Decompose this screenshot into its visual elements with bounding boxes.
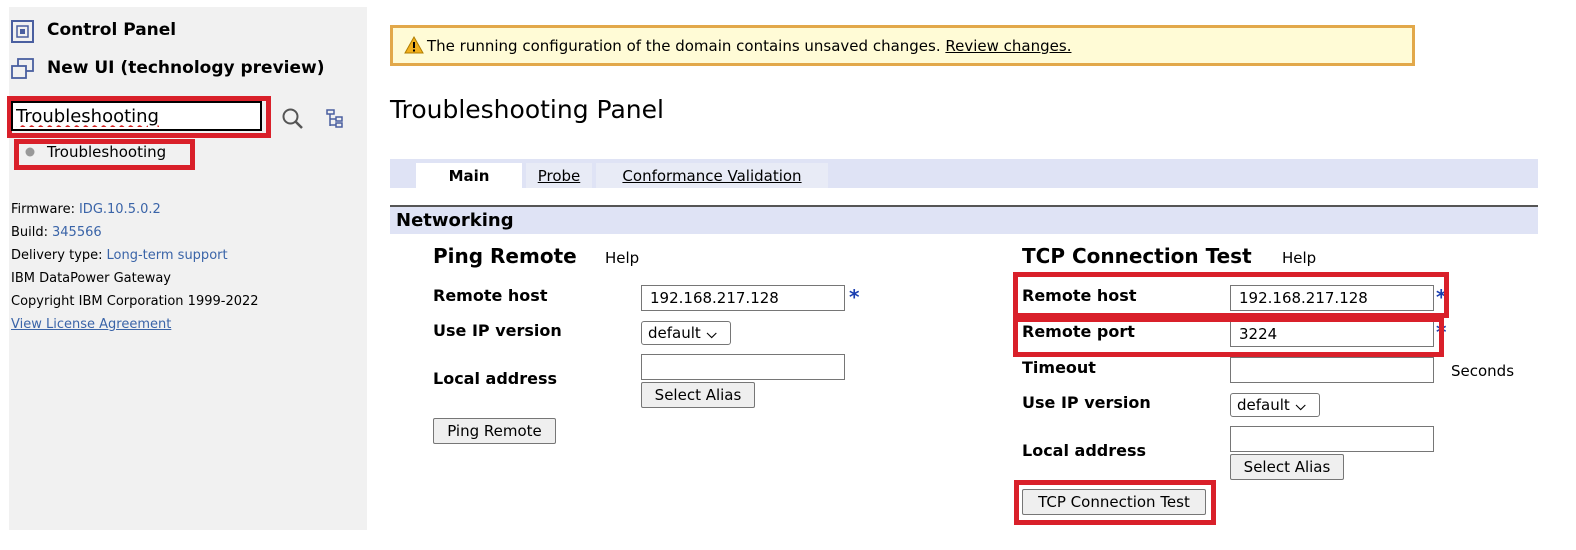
delivery-row: Delivery type: Long-term support	[11, 248, 228, 263]
build-row: Build: 345566	[11, 225, 102, 240]
firmware-label: Firmware:	[11, 202, 75, 217]
tree-view-icon[interactable]	[325, 108, 345, 130]
delivery-label: Delivery type:	[11, 248, 103, 263]
tcp-help-link[interactable]: Help	[1282, 249, 1316, 267]
tcp-timeout-label: Timeout	[1022, 358, 1096, 377]
tcp-ip-version-label: Use IP version	[1022, 393, 1151, 412]
tcp-ip-version-value: default	[1237, 396, 1290, 414]
tab-main[interactable]: Main	[416, 163, 522, 188]
license-link[interactable]: View License Agreement	[11, 317, 171, 332]
ping-remote-host-input[interactable]: 192.168.217.128	[641, 285, 845, 311]
search-input[interactable]	[11, 101, 262, 131]
tcp-remote-host-highlight	[1013, 272, 1449, 318]
copyright-text: Copyright IBM Corporation 1999-2022	[11, 294, 259, 309]
delivery-value: Long-term support	[106, 248, 228, 263]
section-heading: Networking	[390, 205, 1538, 234]
ping-local-address-input[interactable]	[641, 354, 845, 380]
warning-icon	[404, 35, 424, 54]
ping-required-mark: *	[849, 285, 860, 309]
sidebar	[9, 7, 367, 530]
search-result-item[interactable]: Troubleshooting	[47, 143, 166, 161]
tab-conformance-validation[interactable]: Conformance Validation	[596, 163, 828, 188]
unsaved-changes-banner: The running configuration of the domain …	[390, 25, 1415, 66]
tcp-connection-test-button[interactable]: TCP Connection Test	[1022, 489, 1206, 515]
tcp-ip-version-select[interactable]: default ⌵	[1230, 393, 1320, 417]
firmware-value: IDG.10.5.0.2	[78, 202, 161, 217]
build-label: Build:	[11, 225, 49, 240]
control-panel-icon[interactable]	[10, 19, 36, 45]
bullet-icon	[25, 147, 35, 157]
ping-remote-title: Ping Remote	[433, 244, 577, 268]
chevron-down-icon: ⌵	[1295, 399, 1306, 414]
tcp-timeout-input[interactable]	[1230, 357, 1434, 383]
new-ui-link[interactable]: New UI (technology preview)	[47, 58, 325, 78]
tab-strip: Main Probe Conformance Validation	[390, 159, 1538, 188]
ping-ip-version-value: default	[648, 324, 701, 342]
ping-ip-version-select[interactable]: default ⌵	[641, 321, 731, 345]
control-panel-link[interactable]: Control Panel	[47, 20, 176, 40]
tcp-remote-port-highlight	[1013, 317, 1444, 357]
ping-ip-version-label: Use IP version	[433, 321, 562, 340]
ping-local-address-label: Local address	[433, 369, 558, 388]
review-changes-link[interactable]: Review changes.	[945, 37, 1071, 55]
tcp-local-address-input[interactable]	[1230, 426, 1434, 452]
tcp-test-title: TCP Connection Test	[1022, 244, 1252, 268]
ping-help-link[interactable]: Help	[605, 249, 639, 267]
tcp-select-alias-button[interactable]: Select Alias	[1230, 454, 1344, 480]
firmware-row: Firmware: IDG.10.5.0.2	[11, 202, 161, 217]
new-ui-icon[interactable]	[10, 57, 36, 81]
search-icon[interactable]	[281, 107, 305, 131]
build-value: 345566	[52, 225, 102, 240]
product-name: IBM DataPower Gateway	[11, 271, 172, 286]
tab-probe[interactable]: Probe	[526, 163, 592, 188]
page-title: Troubleshooting Panel	[390, 95, 664, 124]
tcp-local-address-label: Local address	[1022, 441, 1147, 460]
ping-select-alias-button[interactable]: Select Alias	[641, 382, 755, 408]
ping-remote-button[interactable]: Ping Remote	[433, 418, 556, 444]
tcp-timeout-unit: Seconds	[1451, 362, 1515, 380]
ping-remote-host-label: Remote host	[433, 286, 548, 305]
chevron-down-icon: ⌵	[706, 327, 717, 342]
warning-message: The running configuration of the domain …	[427, 37, 941, 55]
